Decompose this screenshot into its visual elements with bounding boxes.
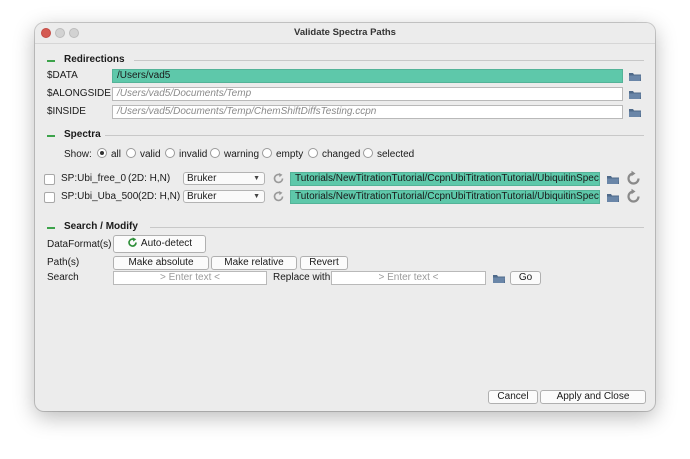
radio-indicator [363,148,373,158]
spectrum-path-field[interactable]: Tutorials/NewTitrationTutorial/CcpnUbiTi… [290,190,600,204]
section-marker [47,227,55,229]
search-modify-title: Search / Modify [64,221,138,232]
folder-icon[interactable] [628,70,642,82]
zoom-window-button[interactable] [69,28,79,38]
folder-icon[interactable] [492,272,506,284]
folder-icon[interactable] [628,106,642,118]
chevron-down-icon: ▼ [253,193,260,200]
folder-icon[interactable] [606,173,620,185]
section-divider [150,227,644,228]
data-format-value: Bruker [187,173,217,184]
filter-label: empty [276,149,304,160]
filter-label: invalid [179,149,208,160]
spectrum-path-field[interactable]: Tutorials/NewTitrationTutorial/CcpnUbiTi… [290,172,600,186]
make-absolute-button[interactable]: Make absolute [113,256,209,270]
filter-label: warning [224,149,260,160]
data-format-select[interactable]: Bruker ▼ [183,172,265,185]
section-marker [47,60,55,62]
spectrum-name: SP:Ubi_Uba_500 [61,191,139,202]
filter-radio-group: all valid invalid warning empty changed … [97,148,427,162]
filter-changed[interactable]: changed [308,148,360,162]
redirections-title: Redirections [64,54,125,65]
window-title: Validate Spectra Paths [294,27,396,38]
replace-label: Replace with [273,272,331,283]
spectrum-name: SP:Ubi_free_0 [61,173,127,184]
filter-all[interactable]: all [97,148,121,162]
alongside-path-field[interactable]: /Users/vad5/Documents/Temp [112,87,623,101]
inside-path-field[interactable]: /Users/vad5/Documents/Temp/ChemShiftDiff… [112,105,623,119]
search-label: Search [47,272,79,283]
chevron-down-icon: ▼ [253,175,260,182]
refresh-icon[interactable] [272,172,285,185]
search-input[interactable]: > Enter text < [113,271,267,285]
spectrum-dims: (2D: H,N) [138,191,181,202]
filter-warning[interactable]: warning [210,148,259,162]
reset-icon[interactable] [625,170,642,187]
filter-valid[interactable]: valid [126,148,161,162]
cancel-button[interactable]: Cancel [488,390,538,404]
radio-indicator [308,148,318,158]
close-window-button[interactable] [41,28,51,38]
reset-icon[interactable] [625,188,642,205]
filter-label: selected [377,149,415,160]
radio-indicator [126,148,136,158]
inside-label: $INSIDE [47,106,86,117]
section-divider [134,60,644,61]
green-refresh-icon [128,237,137,247]
autodetect-label: Auto-detect [140,238,193,249]
paths-label: Path(s) [47,257,80,268]
filter-invalid[interactable]: invalid [165,148,207,162]
refresh-icon[interactable] [272,190,285,203]
replace-input[interactable]: > Enter text < [331,271,486,285]
data-format-select[interactable]: Bruker ▼ [183,190,265,203]
data-format-value: Bruker [187,191,217,202]
radio-indicator [97,148,107,158]
section-marker [47,135,55,137]
filter-label: changed [322,149,361,160]
show-label: Show: [64,149,92,160]
radio-indicator [262,148,272,158]
folder-icon[interactable] [628,88,642,100]
dataformat-label: DataFormat(s) [47,239,112,250]
radio-indicator [165,148,175,158]
spectrum-checkbox[interactable] [44,192,55,203]
spectrum-checkbox[interactable] [44,174,55,185]
apply-and-close-button[interactable]: Apply and Close [540,390,646,404]
filter-label: all [111,149,122,160]
radio-indicator [210,148,220,158]
filter-empty[interactable]: empty [262,148,303,162]
title-bar: Validate Spectra Paths [35,23,655,44]
folder-icon[interactable] [606,191,620,203]
dialog-window: Validate Spectra Paths Redirections $DAT… [35,23,655,411]
filter-label: valid [140,149,161,160]
spectrum-dims: (2D: H,N) [128,173,171,184]
make-relative-button[interactable]: Make relative [211,256,297,270]
data-path-field[interactable]: /Users/vad5 [112,69,623,83]
minimize-window-button[interactable] [55,28,65,38]
alongside-label: $ALONGSIDE [47,88,111,99]
autodetect-button[interactable]: Auto-detect [113,235,206,253]
spectra-title: Spectra [64,129,101,140]
data-label: $DATA [47,70,78,81]
filter-selected[interactable]: selected [363,148,414,162]
section-divider [105,135,644,136]
revert-button[interactable]: Revert [300,256,348,270]
go-button[interactable]: Go [510,271,541,285]
